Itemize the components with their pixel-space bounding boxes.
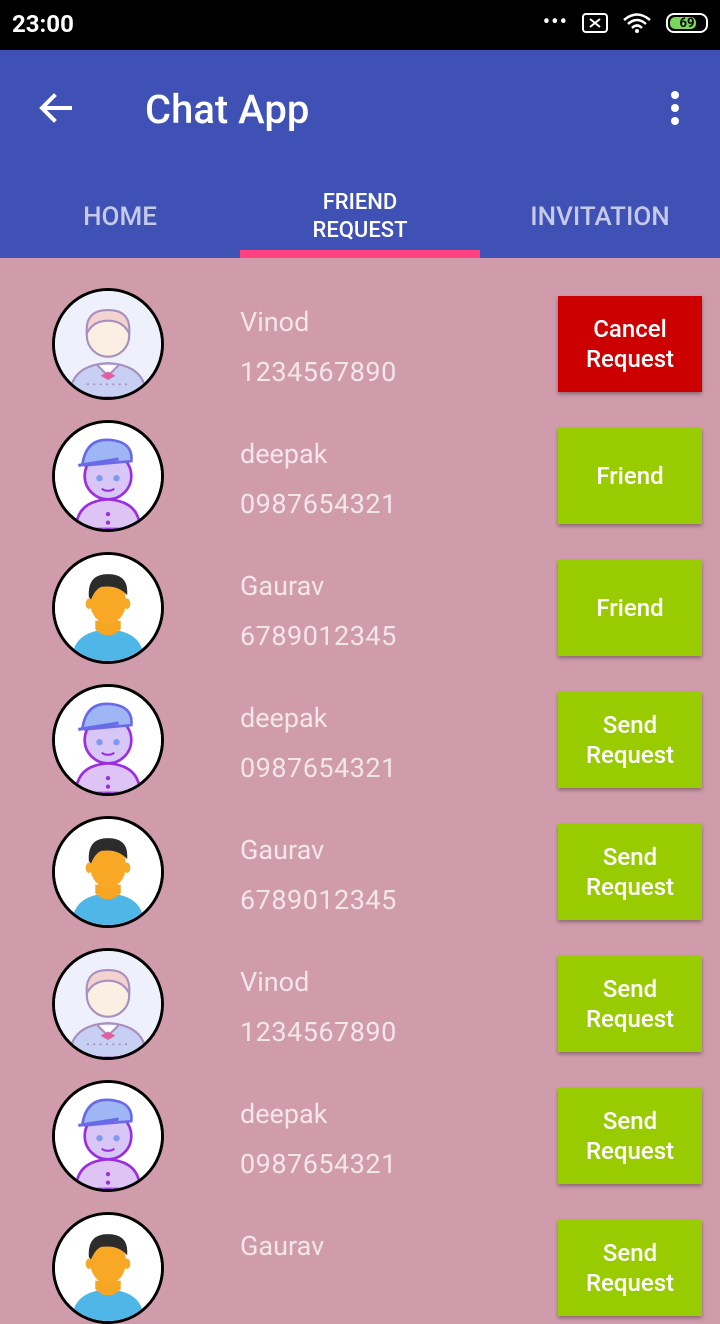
button-label: Send Request xyxy=(585,843,675,901)
more-notifications-icon: ••• xyxy=(542,10,568,35)
friend-button[interactable]: Friend xyxy=(558,428,702,524)
tab-label: FRIEND REQUEST xyxy=(312,189,408,243)
boy-cap-avatar-icon xyxy=(55,1083,161,1189)
back-arrow-icon[interactable] xyxy=(36,88,76,128)
tab-label: HOME xyxy=(83,201,157,232)
list-item: Gaurav Send Request xyxy=(0,1182,720,1324)
avatar xyxy=(52,816,164,928)
contact-name: deepak xyxy=(240,438,328,470)
avatar xyxy=(52,288,164,400)
tab-bar: HOME FRIEND REQUEST INVITATION xyxy=(0,175,720,258)
send-request-button[interactable]: Send Request xyxy=(558,956,702,1052)
avatar xyxy=(52,948,164,1060)
boy-cap-avatar-icon xyxy=(55,687,161,793)
tab-friend-request[interactable]: FRIEND REQUEST xyxy=(240,175,480,258)
list-item: deepak 0987654321 Send Request xyxy=(0,654,720,796)
contact-phone: 6789012345 xyxy=(240,620,397,652)
friend-button[interactable]: Friend xyxy=(558,560,702,656)
send-request-button[interactable]: Send Request xyxy=(558,1088,702,1184)
app-title: Chat App xyxy=(145,86,310,133)
button-label: Send Request xyxy=(585,711,675,769)
app-bar: Chat App HOME FRIEND REQUEST INVITATION xyxy=(0,50,720,258)
list-item: deepak 0987654321 Friend xyxy=(0,390,720,532)
avatar xyxy=(52,1080,164,1192)
contact-name: Gaurav xyxy=(240,1230,325,1262)
man-avatar-icon xyxy=(55,1215,161,1321)
status-bar: 23:00 ••• 69 xyxy=(0,0,720,50)
send-request-button[interactable]: Send Request xyxy=(558,692,702,788)
button-label: Cancel Request xyxy=(585,315,675,373)
man-avatar-icon xyxy=(55,819,161,925)
send-request-button[interactable]: Send Request xyxy=(558,1220,702,1316)
contact-phone: 0987654321 xyxy=(240,488,397,520)
no-sim-icon xyxy=(582,13,608,33)
waiter-avatar-icon xyxy=(55,951,161,1057)
user-list: Vinod 1234567890 Cancel Request deepak 0… xyxy=(0,258,720,1324)
contact-phone: 1234567890 xyxy=(240,1016,397,1048)
contact-phone: 0987654321 xyxy=(240,752,397,784)
tab-invitation[interactable]: INVITATION xyxy=(480,175,720,258)
boy-cap-avatar-icon xyxy=(55,423,161,529)
battery-level: 69 xyxy=(679,15,695,31)
waiter-avatar-icon xyxy=(55,291,161,397)
contact-name: Gaurav xyxy=(240,570,325,602)
overflow-menu-icon[interactable] xyxy=(660,88,690,128)
status-time: 23:00 xyxy=(12,10,74,38)
list-item: Vinod 1234567890 Send Request xyxy=(0,918,720,1060)
tab-label: INVITATION xyxy=(530,201,670,232)
avatar xyxy=(52,552,164,664)
button-label: Send Request xyxy=(585,1239,675,1297)
button-label: Send Request xyxy=(585,1107,675,1165)
status-icons: ••• 69 xyxy=(543,12,708,34)
tab-indicator xyxy=(240,250,480,258)
button-label: Send Request xyxy=(585,975,675,1033)
button-label: Friend xyxy=(596,594,664,622)
contact-name: Vinod xyxy=(240,966,310,998)
tab-home[interactable]: HOME xyxy=(0,175,240,258)
contact-phone: 6789012345 xyxy=(240,884,397,916)
button-label: Friend xyxy=(596,462,664,490)
send-request-button[interactable]: Send Request xyxy=(558,824,702,920)
man-avatar-icon xyxy=(55,555,161,661)
list-item: deepak 0987654321 Send Request xyxy=(0,1050,720,1192)
avatar xyxy=(52,684,164,796)
list-item: Vinod 1234567890 Cancel Request xyxy=(0,258,720,400)
contact-name: Vinod xyxy=(240,306,310,338)
contact-phone: 0987654321 xyxy=(240,1148,397,1180)
avatar xyxy=(52,420,164,532)
avatar xyxy=(52,1212,164,1324)
contact-name: deepak xyxy=(240,702,328,734)
battery-icon: 69 xyxy=(666,13,708,33)
list-item: Gaurav 6789012345 Friend xyxy=(0,522,720,664)
contact-phone: 1234567890 xyxy=(240,356,397,388)
wifi-icon xyxy=(623,13,651,33)
list-item: Gaurav 6789012345 Send Request xyxy=(0,786,720,928)
cancel-request-button[interactable]: Cancel Request xyxy=(558,296,702,392)
contact-name: deepak xyxy=(240,1098,328,1130)
contact-name: Gaurav xyxy=(240,834,325,866)
